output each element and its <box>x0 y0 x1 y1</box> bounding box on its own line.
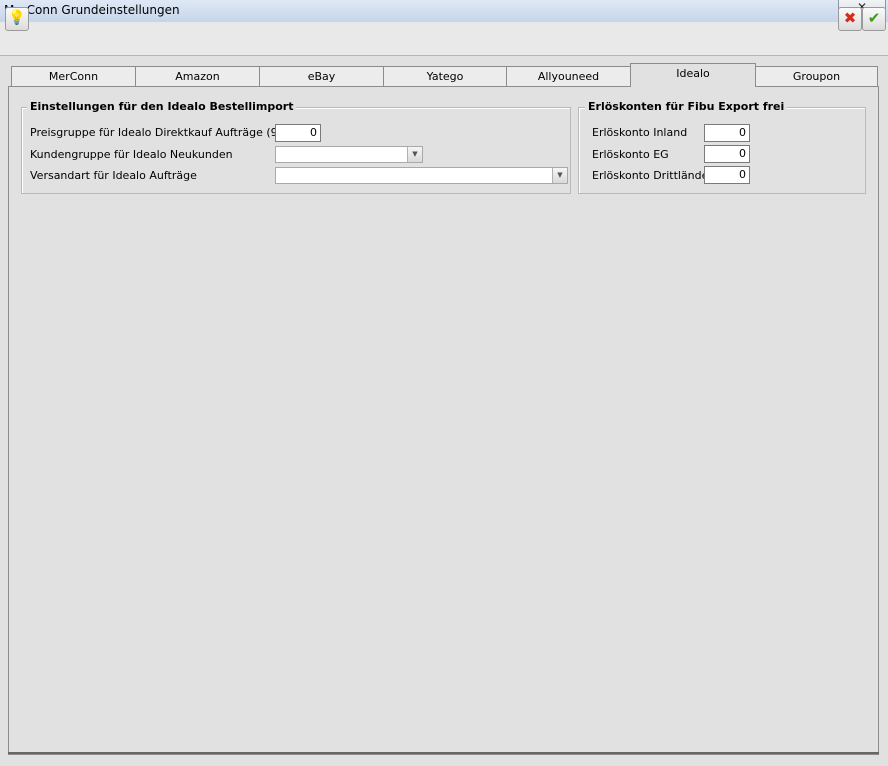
page-bottom-border <box>8 752 879 754</box>
idealo-import-group-title: Einstellungen für den Idealo Bestellimpo… <box>27 100 297 114</box>
erloeskonto-eg-input[interactable]: 0 <box>704 145 750 163</box>
ok-button[interactable]: ✔ <box>862 7 886 31</box>
tab-allyouneed[interactable]: Allyouneed <box>506 66 631 86</box>
chevron-down-icon[interactable]: ▼ <box>407 147 422 162</box>
tab-ebay[interactable]: eBay <box>259 66 384 86</box>
cancel-button[interactable]: ✖ <box>838 7 862 31</box>
erloeskonto-eg-label: Erlöskonto EG <box>592 148 669 161</box>
tab-amazon[interactable]: Amazon <box>135 66 260 86</box>
preisgruppe-label: Preisgruppe für Idealo Direktkauf Aufträ… <box>30 126 300 139</box>
window-title: MerConn Grundeinstellungen <box>4 3 180 17</box>
erloeskonto-inland-label: Erlöskonto Inland <box>592 126 688 139</box>
erloeskonto-inland-input[interactable]: 0 <box>704 124 750 142</box>
chevron-down-icon[interactable]: ▼ <box>552 168 567 183</box>
lightbulb-icon: 💡 <box>8 10 26 26</box>
cancel-x-icon: ✖ <box>843 9 857 27</box>
tab-groupon[interactable]: Groupon <box>755 66 878 86</box>
fibu-export-group-title: Erlöskonten für Fibu Export frei <box>585 100 788 114</box>
erloeskonto-drittlaender-label: Erlöskonto Drittländer <box>592 169 713 182</box>
tab-merconn[interactable]: MerConn <box>11 66 136 86</box>
tab-yatego[interactable]: Yatego <box>383 66 507 86</box>
versandart-select[interactable]: ▼ <box>275 167 568 184</box>
tab-idealo[interactable]: Idealo <box>630 63 756 87</box>
kundengruppe-select[interactable]: ▼ <box>275 146 423 163</box>
erloeskonto-drittlaender-input[interactable]: 0 <box>704 166 750 184</box>
hint-button[interactable]: 💡 <box>5 7 29 31</box>
checkmark-icon: ✔ <box>867 9 881 27</box>
versandart-label: Versandart für Idealo Aufträge <box>30 169 197 182</box>
preisgruppe-input[interactable]: 0 <box>275 124 321 142</box>
toolbar <box>0 22 888 56</box>
kundengruppe-label: Kundengruppe für Idealo Neukunden <box>30 148 233 161</box>
